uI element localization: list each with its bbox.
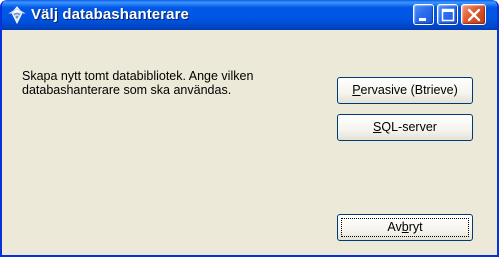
dialog-window: Välj databashanterare Skapa nytt tomt da… (0, 0, 499, 257)
window-title: Välj databashanterare (31, 6, 190, 23)
title-bar[interactable]: Välj databashanterare (2, 0, 497, 30)
close-icon (467, 8, 481, 22)
maximize-button[interactable] (437, 4, 458, 25)
pervasive-accelerator: P (352, 83, 361, 97)
pervasive-btrieve-button[interactable]: Pervasive (Btrieve) (337, 77, 473, 104)
maximize-icon (441, 8, 455, 22)
instruction-text: Skapa nytt tomt databibliotek. Ange vilk… (22, 69, 254, 97)
cancel-button[interactable]: Avbryt (337, 214, 473, 241)
minimize-button[interactable] (413, 4, 434, 25)
close-button[interactable] (461, 4, 486, 25)
database-manager-icon[interactable] (8, 6, 26, 25)
focus-rectangle (341, 218, 469, 237)
minimize-icon (419, 18, 426, 21)
pervasive-button-label: ervasive (Btrieve) (360, 83, 458, 97)
sql-server-button[interactable]: SQL-server (337, 114, 473, 141)
sql-button-label: QL-server (381, 120, 437, 134)
